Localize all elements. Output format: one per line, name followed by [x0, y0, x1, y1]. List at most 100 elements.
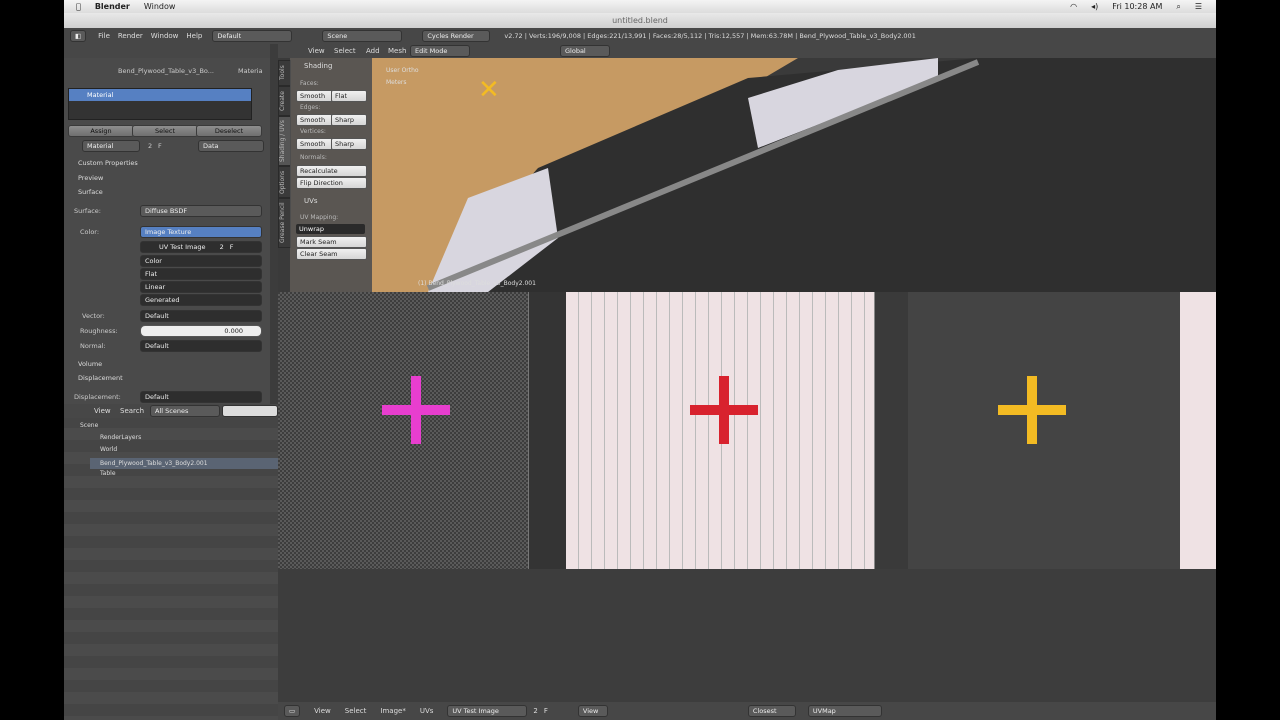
uv-select-menu[interactable]: Select [345, 707, 367, 715]
scene-selector[interactable]: Scene [322, 30, 403, 42]
uv-view-menu[interactable]: View [314, 707, 331, 715]
section-displacement[interactable]: Displacement [78, 374, 123, 382]
screen-layout-selector[interactable]: Default [212, 30, 293, 42]
material-fake-user[interactable]: F [158, 142, 162, 150]
outliner-item-scene[interactable]: Scene [80, 422, 98, 429]
vertices-smooth-button[interactable]: Smooth [296, 138, 333, 150]
uv-pivot-selector[interactable]: Closest [747, 705, 796, 717]
image-users: 2 [219, 243, 224, 251]
outliner-view-menu[interactable]: View [94, 407, 111, 415]
surface-selector[interactable]: Diffuse BSDF [140, 205, 262, 217]
outliner-search-menu[interactable]: Search [120, 407, 144, 415]
recalculate-button[interactable]: Recalculate [296, 165, 367, 177]
edges-sharp-button[interactable]: Sharp [331, 114, 367, 126]
window-menu[interactable]: Window [144, 2, 176, 11]
vertices-label: Vertices: [300, 128, 326, 135]
viewport-select-menu[interactable]: Select [334, 47, 356, 55]
3d-viewport[interactable]: View Select Add Mesh Edit Mode Global ✕ … [278, 44, 1216, 292]
uvs-title[interactable]: UVs [304, 197, 318, 205]
right-letterbox [1216, 0, 1280, 720]
outliner-item-table[interactable]: Table [100, 470, 116, 477]
faces-smooth-button[interactable]: Smooth [296, 90, 333, 102]
outliner-item-body[interactable]: Bend_Plywood_Table_v3_Body2.001 [90, 458, 278, 469]
breadcrumb-object[interactable]: Bend_Plywood_Table_v3_Bo... [118, 67, 214, 75]
apple-icon[interactable]:  [76, 2, 81, 11]
deselect-button[interactable]: Deselect [196, 125, 262, 137]
material-slot-selected[interactable]: Material [69, 89, 251, 101]
vector-selector[interactable]: Default [140, 310, 262, 322]
uv-image-users: 2 [533, 707, 538, 715]
section-volume[interactable]: Volume [78, 360, 102, 368]
menu-help[interactable]: Help [186, 32, 202, 40]
color-node-selector[interactable]: Image Texture [140, 226, 262, 238]
outliner-item-renderlayers[interactable]: RenderLayers [100, 434, 141, 441]
roughness-slider[interactable]: 0.000 [140, 325, 262, 337]
unwrap-menu[interactable]: Unwrap [296, 224, 365, 234]
tool-shelf: Shading Faces: Smooth Flat Edges: Smooth… [290, 58, 372, 292]
material-name-field[interactable]: Material [82, 140, 140, 152]
image-fake-user[interactable]: F [230, 243, 234, 251]
properties-scrollbar[interactable] [270, 44, 278, 404]
roughness-label: Roughness: [80, 327, 118, 335]
edges-smooth-button[interactable]: Smooth [296, 114, 333, 126]
list-icon[interactable]: ☰ [1195, 2, 1202, 11]
clock[interactable]: Fri 10:28 AM [1112, 2, 1162, 11]
vector-source-selector[interactable]: Generated [140, 294, 262, 306]
section-preview[interactable]: Preview [78, 174, 103, 182]
app-menu[interactable]: Blender [95, 2, 130, 11]
color-space-selector[interactable]: Color [140, 255, 262, 267]
select-button[interactable]: Select [132, 125, 198, 137]
uv-editor-type-icon[interactable]: ▭ [284, 705, 301, 717]
vertices-sharp-button[interactable]: Sharp [331, 138, 367, 150]
menu-window[interactable]: Window [151, 32, 179, 40]
viewport-header: View Select Add Mesh Edit Mode Global [278, 44, 1216, 58]
viewport-view-menu[interactable]: View [308, 47, 325, 55]
assign-button[interactable]: Assign [68, 125, 134, 137]
material-users: 2 [148, 142, 153, 150]
image-field[interactable]: UV Test Image 2 F [140, 241, 262, 253]
uv-view-selector[interactable]: View [577, 705, 608, 717]
image-name[interactable]: UV Test Image [159, 243, 206, 251]
yellow-cross-horizontal [998, 405, 1066, 415]
menu-file[interactable]: File [98, 32, 110, 40]
menu-render[interactable]: Render [118, 32, 143, 40]
flip-direction-button[interactable]: Flip Direction [296, 177, 367, 189]
breadcrumb-material[interactable]: Materia [238, 67, 263, 75]
uv-uvs-menu[interactable]: UVs [420, 707, 434, 715]
stats-text: v2.72 | Verts:196/9,008 | Edges:221/13,9… [504, 32, 916, 40]
uv-image-selector[interactable]: UV Test Image [447, 705, 528, 717]
outliner-item-world[interactable]: World [100, 446, 117, 453]
section-custom-properties[interactable]: Custom Properties [78, 159, 138, 167]
uv-map-selector[interactable]: UVMap [807, 705, 882, 717]
search-icon[interactable]: ⌕ [1176, 2, 1180, 12]
mac-menu-bar:  Blender Window ◠ ◂) Fri 10:28 AM ⌕ ☰ [64, 0, 1216, 13]
link-selector[interactable]: Data [198, 140, 264, 152]
mark-seam-button[interactable]: Mark Seam [296, 236, 367, 248]
section-surface[interactable]: Surface [78, 188, 103, 196]
faces-label: Faces: [300, 80, 319, 87]
mode-selector[interactable]: Edit Mode [410, 45, 470, 57]
normal-selector[interactable]: Default [140, 340, 262, 352]
outliner-search-input[interactable] [222, 405, 278, 417]
render-engine-selector[interactable]: Cycles Render [422, 30, 491, 42]
wifi-icon[interactable]: ◠ [1070, 2, 1077, 11]
uv-image-editor[interactable] [278, 292, 1216, 702]
properties-header [64, 44, 270, 58]
faces-flat-button[interactable]: Flat [331, 90, 367, 102]
viewport-mesh-menu[interactable]: Mesh [388, 47, 406, 55]
editor-type-icon[interactable]: ◧ [70, 30, 87, 42]
interpolation-selector[interactable]: Linear [140, 281, 262, 293]
shading-title[interactable]: Shading [304, 62, 332, 70]
material-slot-list[interactable]: Material [68, 88, 252, 120]
info-header: ◧ File Render Window Help Default Scene … [64, 28, 1216, 45]
viewport-add-menu[interactable]: Add [366, 47, 380, 55]
projection-selector[interactable]: Flat [140, 268, 262, 280]
volume-icon[interactable]: ◂) [1091, 2, 1098, 11]
uv-image-fake[interactable]: F [544, 707, 548, 715]
outliner-filter-selector[interactable]: All Scenes [150, 405, 220, 417]
clear-seam-button[interactable]: Clear Seam [296, 248, 367, 260]
orientation-selector[interactable]: Global [560, 45, 610, 57]
displacement-selector[interactable]: Default [140, 391, 262, 403]
left-letterbox [0, 0, 64, 720]
uv-image-menu[interactable]: Image* [380, 707, 405, 715]
